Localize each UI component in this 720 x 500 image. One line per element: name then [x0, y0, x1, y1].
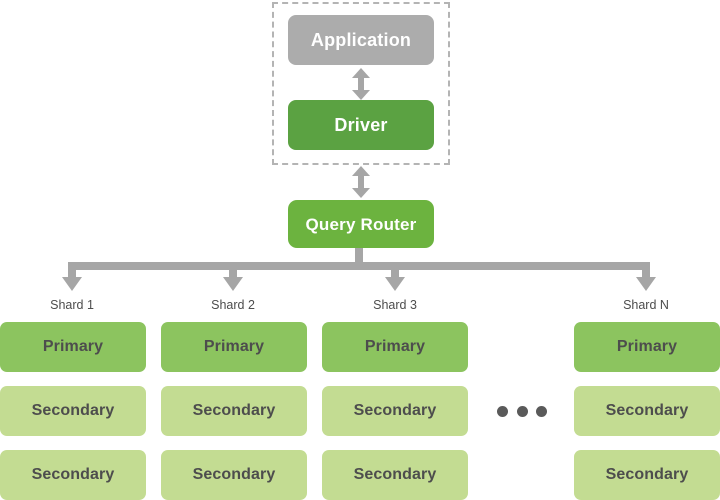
shard-2-primary[interactable]: Primary [161, 322, 307, 372]
shard-1-primary-label: Primary [42, 338, 104, 355]
shard-1-secondary-1[interactable]: Secondary [0, 386, 146, 436]
shard-3-primary[interactable]: Primary [322, 322, 468, 372]
shard-label-1: Shard 1 [50, 298, 94, 312]
node-query-router-label: Query Router [305, 214, 417, 234]
sharded-cluster-diagram: Application Driver Query Router Shard 1 … [0, 0, 720, 500]
shard-n-secondary-2[interactable]: Secondary [574, 450, 720, 500]
shard-1-secondary-2[interactable]: Secondary [0, 450, 146, 500]
node-query-router[interactable]: Query Router [288, 200, 434, 248]
shard-3-secondary-1-label: Secondary [353, 402, 437, 419]
shard-n-secondary-1-label: Secondary [605, 402, 689, 419]
omitted-shards-ellipsis-icon [497, 400, 547, 422]
shard-2-primary-label: Primary [203, 338, 265, 355]
node-application[interactable]: Application [288, 15, 434, 65]
shard-2-secondary-2-label: Secondary [192, 466, 276, 483]
shard-1-secondary-1-label: Secondary [31, 402, 115, 419]
shard-2-secondary-1-label: Secondary [192, 402, 276, 419]
shard-n-secondary-1[interactable]: Secondary [574, 386, 720, 436]
ellipsis-dot-1 [497, 405, 508, 417]
shard-n-primary[interactable]: Primary [574, 322, 720, 372]
shard-2-secondary-2[interactable]: Secondary [161, 450, 307, 500]
arrow-driver-router-icon [350, 166, 372, 198]
shard-3-secondary-1[interactable]: Secondary [322, 386, 468, 436]
shard-1-primary[interactable]: Primary [0, 322, 146, 372]
shard-1-secondary-2-label: Secondary [31, 466, 115, 483]
shard-3-secondary-2[interactable]: Secondary [322, 450, 468, 500]
arrow-application-driver-icon [350, 68, 372, 100]
shard-label-3: Shard 3 [373, 298, 417, 312]
shard-n-secondary-2-label: Secondary [605, 466, 689, 483]
shard-3-secondary-2-label: Secondary [353, 466, 437, 483]
shard-3-primary-label: Primary [364, 338, 426, 355]
node-driver-label: Driver [334, 115, 388, 135]
ellipsis-dot-3 [536, 405, 547, 417]
shard-2-secondary-1[interactable]: Secondary [161, 386, 307, 436]
ellipsis-dot-2 [516, 405, 528, 417]
shard-label-n: Shard N [623, 298, 669, 312]
node-application-label: Application [310, 30, 412, 50]
router-to-shards-connector [62, 248, 656, 291]
shard-label-2: Shard 2 [211, 298, 255, 312]
node-driver[interactable]: Driver [288, 100, 434, 150]
shard-n-primary-label: Primary [616, 338, 678, 355]
